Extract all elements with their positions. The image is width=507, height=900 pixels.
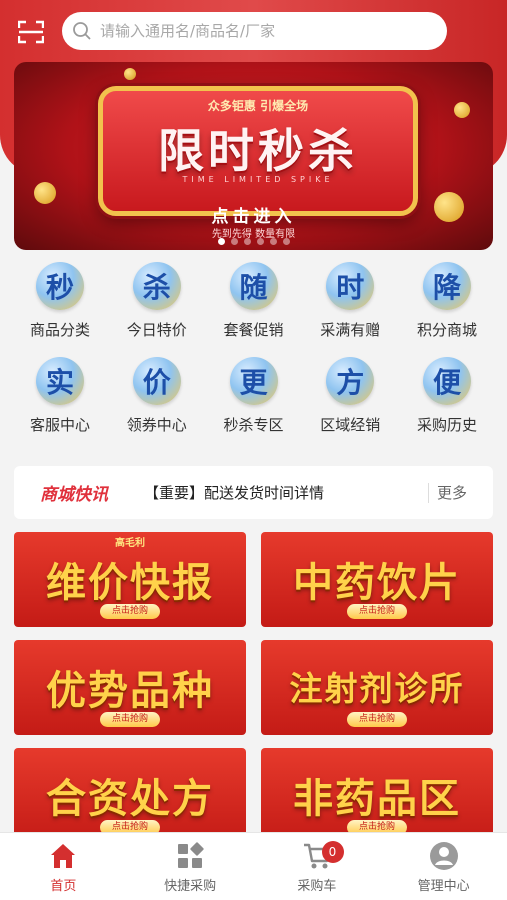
- promo-title: 合资处方: [46, 776, 214, 822]
- category-item[interactable]: 降积分商城: [401, 262, 493, 357]
- category-icon: 方: [326, 357, 375, 405]
- coin-decoration: [124, 68, 136, 80]
- tab-label: 采购车: [297, 879, 337, 894]
- carousel-indicator[interactable]: [14, 238, 493, 245]
- coin-decoration: [454, 102, 470, 118]
- category-label: 采购历史: [416, 416, 477, 434]
- carousel-dot[interactable]: [256, 238, 264, 245]
- carousel-dot[interactable]: [269, 238, 277, 245]
- category-item[interactable]: 时采满有赠: [304, 262, 396, 357]
- category-label: 商品分类: [29, 321, 90, 339]
- category-label: 套餐促销: [223, 321, 284, 339]
- category-item[interactable]: 方区域经销: [304, 357, 396, 452]
- category-item[interactable]: 杀今日特价: [111, 262, 203, 357]
- category-item[interactable]: 便采购历史: [401, 357, 493, 452]
- promo-tag: 高毛利: [115, 538, 145, 549]
- news-more-link[interactable]: 更多: [437, 482, 467, 503]
- category-icon: 降: [423, 262, 471, 310]
- news-ticker[interactable]: 商城快讯 【重要】配送发货时间详情 更多: [14, 466, 493, 519]
- promo-buy-button[interactable]: 点击抢购: [100, 712, 160, 727]
- promo-buy-button[interactable]: 点击抢购: [347, 604, 407, 619]
- category-icon: 杀: [132, 262, 181, 310]
- category-item[interactable]: 更秒杀专区: [208, 357, 300, 452]
- flash-sale-banner[interactable]: 众多钜惠 引爆全场 限时秒杀 TIME LIMITED SPIKE 点击进入 先…: [14, 62, 493, 250]
- category-icon: 随: [229, 262, 278, 310]
- top-bar: [0, 0, 507, 62]
- bottom-tab-bar: 首页 快捷采购 0 采购车 管理中心: [0, 832, 507, 900]
- search-box[interactable]: [62, 12, 447, 50]
- category-icon: 价: [132, 357, 181, 405]
- promo-buy-button[interactable]: 点击抢购: [100, 820, 160, 832]
- category-item[interactable]: 实客服中心: [14, 357, 106, 452]
- carousel-dot[interactable]: [217, 238, 225, 245]
- category-item[interactable]: 秒商品分类: [14, 262, 106, 357]
- promo-card[interactable]: 非药品区 点击抢购: [261, 748, 493, 832]
- promo-card[interactable]: 维价快报 高毛利点击抢购: [14, 532, 246, 627]
- carousel-dot[interactable]: [282, 238, 290, 245]
- tab-management[interactable]: 管理中心: [380, 833, 507, 900]
- tab-label: 管理中心: [417, 879, 470, 894]
- carousel-dot[interactable]: [243, 238, 251, 245]
- promo-title: 非药品区: [293, 776, 461, 822]
- category-icon: 便: [423, 357, 471, 405]
- promo-card[interactable]: 中药饮片 点击抢购: [261, 532, 493, 627]
- search-icon: [73, 22, 91, 40]
- promo-buy-button[interactable]: 点击抢购: [347, 820, 407, 832]
- user-icon: [429, 842, 458, 870]
- category-icon: 时: [326, 262, 375, 310]
- banner-subtitle: 众多钜惠 引爆全场: [207, 99, 309, 113]
- search-input[interactable]: [100, 22, 400, 40]
- banner-title: 限时秒杀: [158, 124, 358, 178]
- coin-decoration: [34, 182, 56, 204]
- news-headline[interactable]: 【重要】配送发货时间详情: [144, 482, 428, 503]
- banner-cta[interactable]: 点击进入: [14, 202, 493, 227]
- category-label: 采满有赠: [320, 321, 381, 339]
- tab-label: 快捷采购: [164, 879, 217, 894]
- promo-title: 注射剂诊所: [289, 669, 465, 708]
- category-label: 今日特价: [126, 321, 187, 339]
- tab-quick-purchase[interactable]: 快捷采购: [127, 833, 254, 900]
- promo-card[interactable]: 优势品种 点击抢购: [14, 640, 246, 735]
- banner-english-title: TIME LIMITED SPIKE: [182, 175, 334, 184]
- category-row: 秒商品分类杀今日特价随套餐促销时采满有赠降积分商城: [14, 262, 493, 357]
- category-label: 区域经销: [320, 416, 381, 434]
- promo-card[interactable]: 注射剂诊所 点击抢购: [261, 640, 493, 735]
- promo-title: 维价快报: [46, 560, 214, 606]
- promo-card[interactable]: 合资处方 点击抢购: [14, 748, 246, 832]
- tab-label: 首页: [50, 879, 77, 894]
- grid-icon: [178, 842, 204, 868]
- scan-icon[interactable]: [18, 20, 44, 44]
- category-icon: 更: [229, 357, 278, 405]
- category-item[interactable]: 价领券中心: [111, 357, 203, 452]
- promo-title: 中药饮片: [293, 560, 461, 606]
- tab-cart[interactable]: 0 采购车: [254, 833, 381, 900]
- divider: [427, 482, 429, 503]
- banner-frame: 众多钜惠 引爆全场 限时秒杀 TIME LIMITED SPIKE: [98, 86, 418, 216]
- promo-buy-button[interactable]: 点击抢购: [100, 604, 160, 619]
- category-grid: 秒商品分类杀今日特价随套餐促销时采满有赠降积分商城实客服中心价领券中心更秒杀专区…: [14, 262, 493, 452]
- home-icon: [51, 844, 76, 868]
- category-row: 实客服中心价领券中心更秒杀专区方区域经销便采购历史: [14, 357, 493, 452]
- cart-count-badge: 0: [321, 841, 344, 863]
- category-label: 积分商城: [416, 321, 477, 339]
- promo-title: 优势品种: [46, 668, 214, 714]
- category-icon: 秒: [36, 262, 84, 310]
- promo-buy-button[interactable]: 点击抢购: [347, 712, 407, 727]
- category-icon: 实: [36, 357, 84, 405]
- carousel-dot[interactable]: [230, 238, 238, 245]
- promo-grid: 维价快报 高毛利 点击抢购 中药饮片 点击抢购 优势品种 点击抢购 注射剂诊所 点击抢购 合资处方…: [14, 532, 493, 832]
- category-label: 领券中心: [126, 416, 187, 434]
- category-item[interactable]: 随套餐促销: [208, 262, 300, 357]
- tab-home[interactable]: 首页: [0, 833, 127, 900]
- category-label: 客服中心: [29, 416, 90, 434]
- category-label: 秒杀专区: [223, 416, 284, 434]
- news-logo: 商城快讯: [40, 485, 108, 505]
